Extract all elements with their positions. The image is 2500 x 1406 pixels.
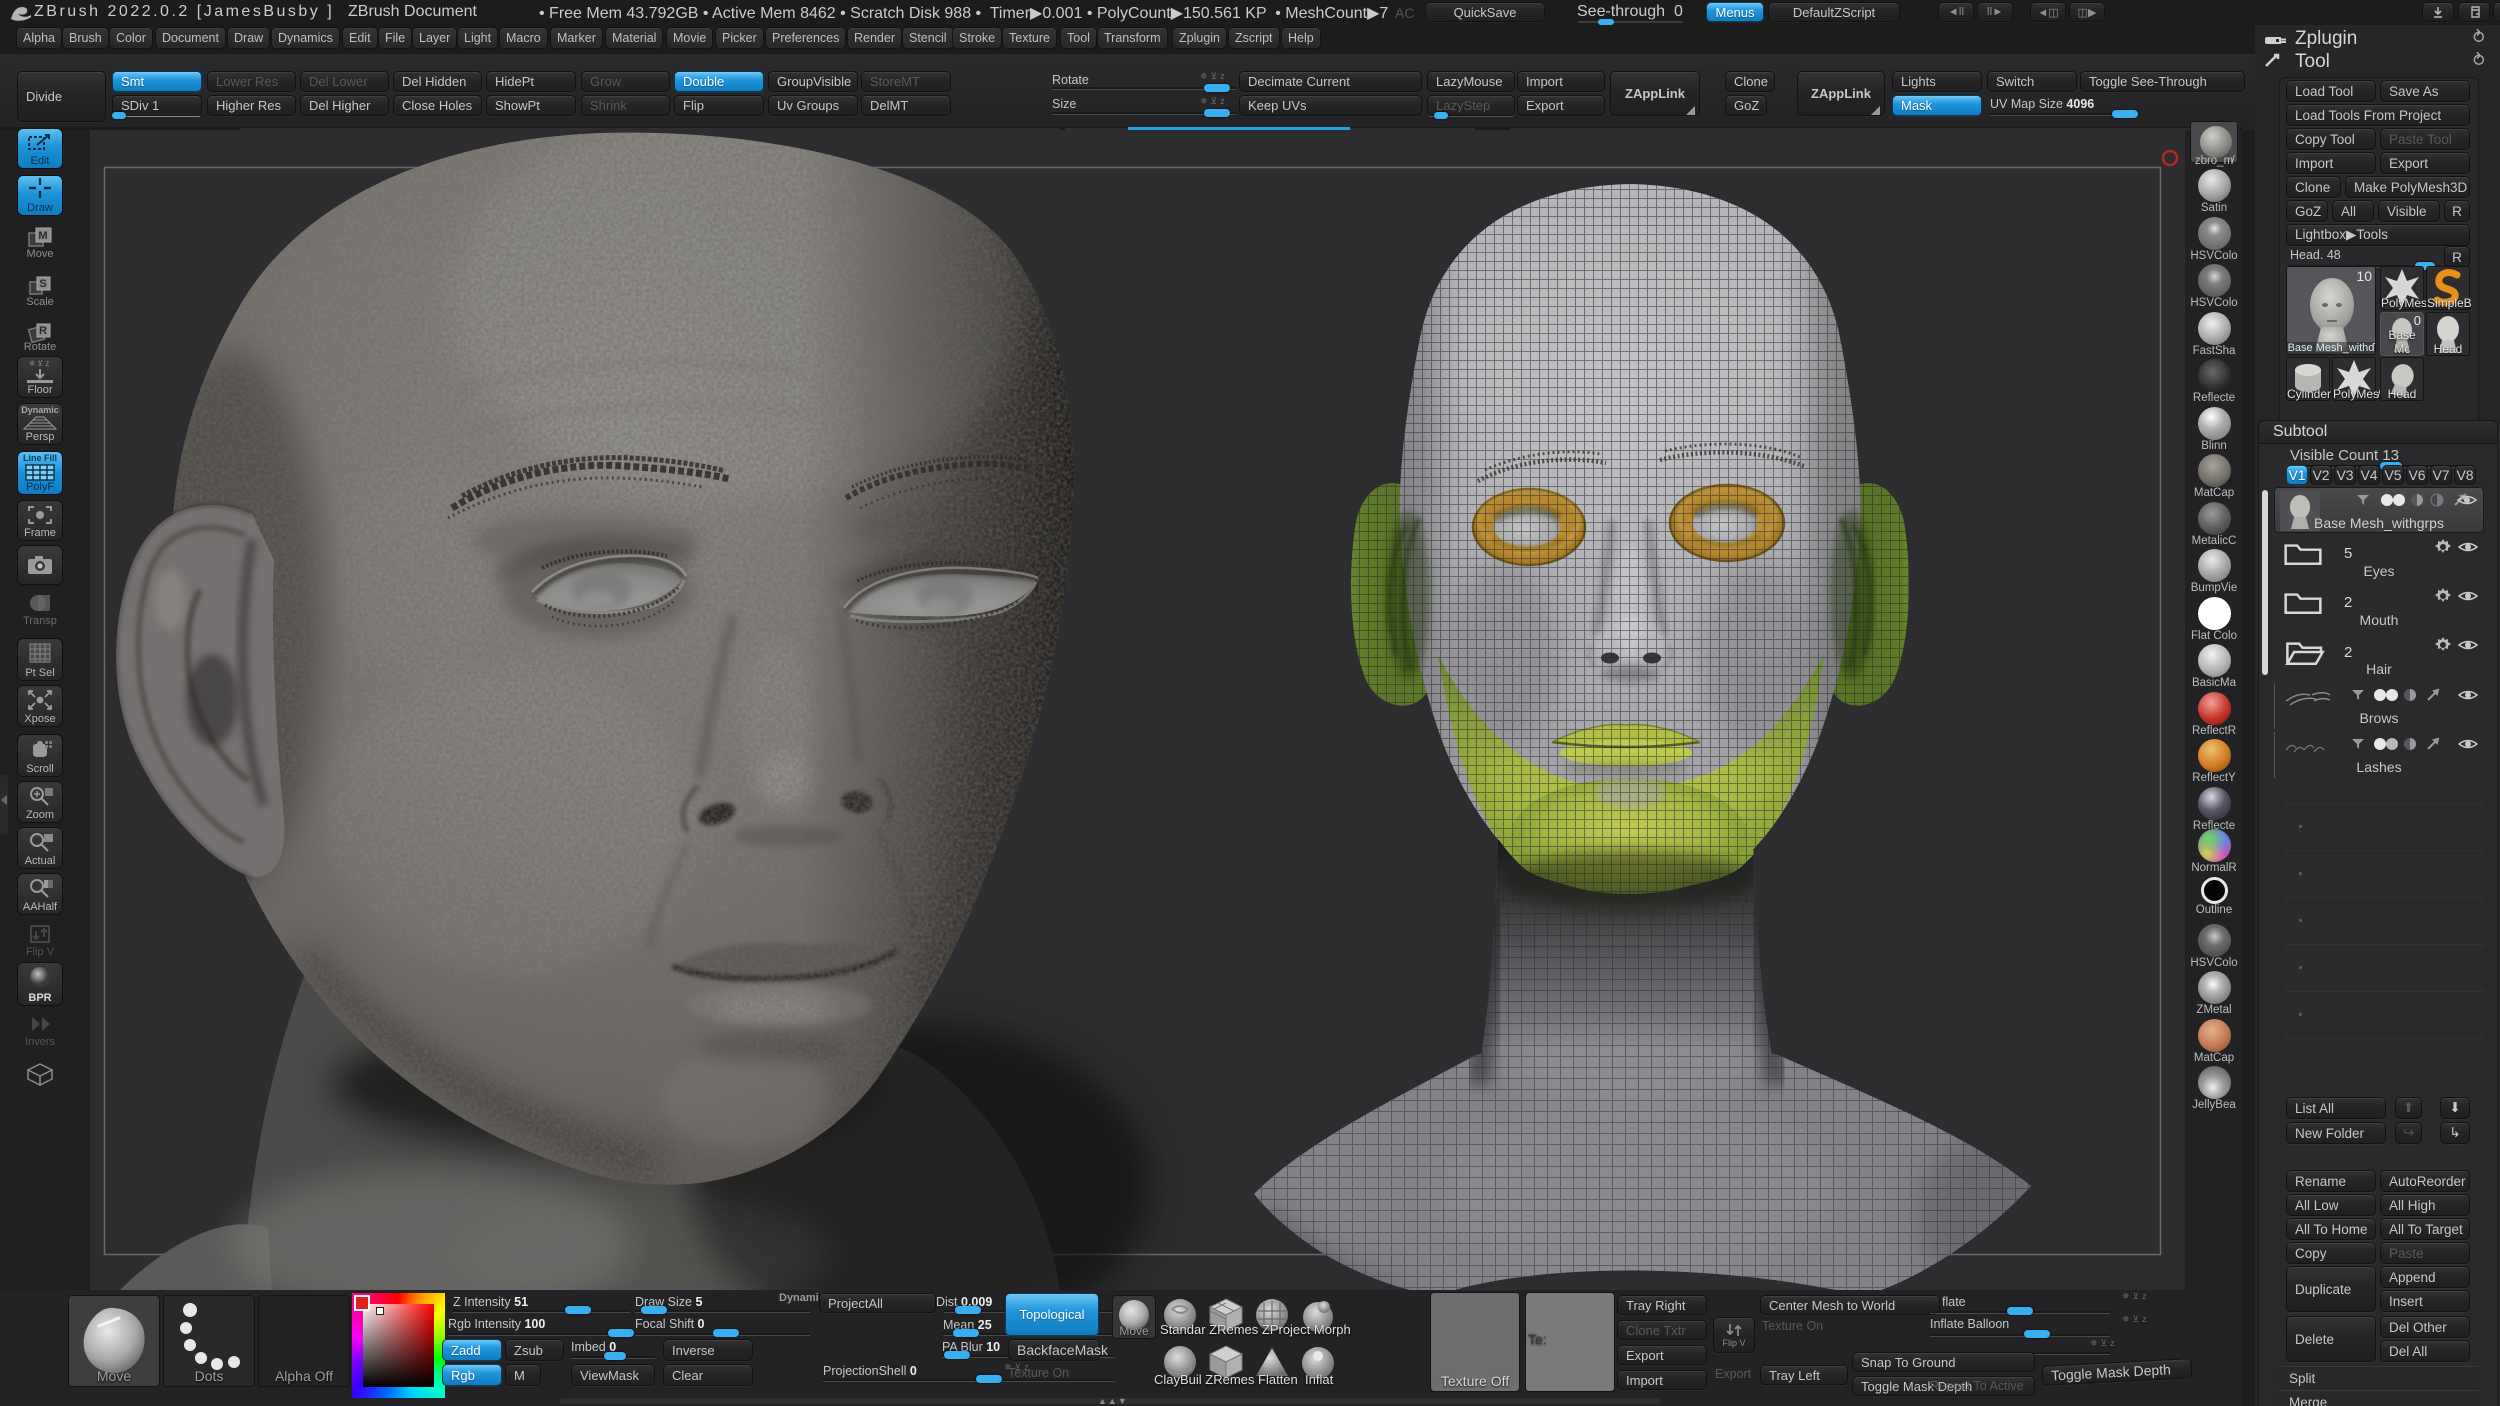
svg-text:M: M: [38, 230, 47, 242]
svg-text:R: R: [39, 325, 47, 337]
svg-text:S: S: [39, 278, 46, 290]
